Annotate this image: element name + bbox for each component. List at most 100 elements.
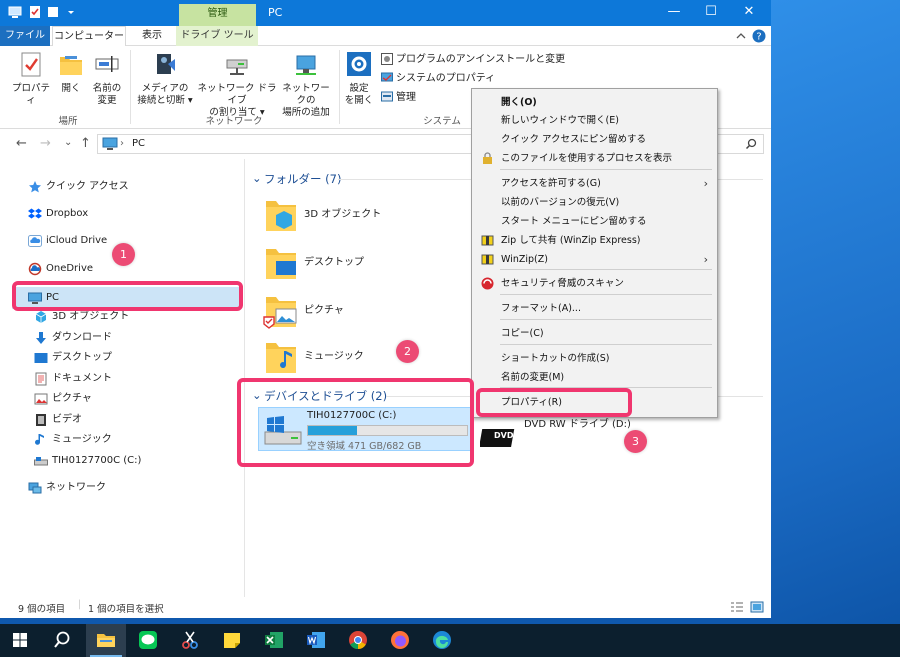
nav-label: ネットワーク (46, 482, 106, 493)
up-button[interactable]: ↑ (80, 136, 91, 151)
onedrive-icon (28, 262, 42, 276)
folder-music-icon (266, 343, 296, 373)
nav-label: Dropbox (46, 208, 89, 219)
ribbon-collapse-icon[interactable] (734, 29, 748, 43)
lock-icon (483, 152, 492, 164)
menu-item[interactable]: フォーマット(A)... (473, 299, 718, 318)
taskbar-line[interactable] (128, 624, 168, 657)
large-icons-view-icon[interactable] (750, 601, 764, 613)
firefox-icon (391, 631, 409, 649)
menu-item[interactable]: 名前の変更(M) (473, 368, 718, 387)
title-bar: 管理 PC — ☐ ✕ (0, 0, 771, 26)
menu-item[interactable]: スタート メニューにピン留めする (473, 212, 718, 231)
taskbar-firefox[interactable] (380, 624, 420, 657)
menu-item-label: クイック アクセスにピン留めする (501, 134, 647, 145)
tab-view[interactable]: 表示 (128, 26, 176, 46)
open-button[interactable]: 開く (56, 50, 86, 95)
taskbar-sticky-notes[interactable] (212, 624, 252, 657)
rename-button[interactable]: 名前の 変更 (88, 50, 126, 107)
taskbar-edge[interactable] (422, 624, 462, 657)
tab-manage-contextual[interactable]: 管理 (179, 4, 256, 26)
menu-item[interactable]: コピー(C) (473, 324, 718, 343)
menu-item-label: コピー(C) (501, 328, 544, 339)
menu-separator (500, 269, 712, 270)
documents-icon (35, 372, 47, 386)
menu-separator (500, 294, 712, 295)
forward-button[interactable]: → (40, 136, 51, 151)
search-button[interactable] (42, 624, 82, 657)
folder-label: 3D オブジェクト (304, 209, 382, 220)
taskbar-chrome[interactable] (338, 624, 378, 657)
add-network-location-button[interactable]: ネットワークの 場所の追加 (278, 50, 334, 119)
menu-item-label: セキュリティ脅威のスキャン (501, 278, 624, 289)
close-button[interactable]: ✕ (730, 0, 768, 26)
dvd-drive-icon[interactable]: DVD (479, 419, 520, 453)
folder-desktop[interactable]: デスクトップ (264, 245, 464, 289)
menu-item[interactable]: 開く(O) (473, 93, 718, 112)
quick-access-dropdown-icon[interactable] (64, 5, 78, 19)
help-icon[interactable]: ? (752, 29, 766, 43)
folder-3d-icon (266, 201, 296, 231)
status-bar: 9 個の項目 | 1 個の項目を選択 (0, 597, 771, 618)
folder-label: ミュージック (304, 351, 364, 362)
new-folder-quick-icon[interactable] (46, 5, 60, 19)
taskbar-snipping[interactable] (170, 624, 210, 657)
navigation-pane: クイック アクセス Dropbox iCloud Drive OneDrive … (0, 159, 245, 597)
manage-icon (381, 91, 393, 102)
back-button[interactable]: ← (16, 136, 27, 151)
star-icon (29, 181, 41, 193)
manage-button[interactable]: 管理 (381, 90, 416, 106)
menu-item[interactable]: 新しいウィンドウで開く(E) (473, 111, 718, 130)
tab-computer[interactable]: コンピューター (52, 26, 126, 47)
properties-quick-icon[interactable] (28, 5, 42, 19)
menu-item[interactable]: 以前のバージョンの復元(V) (473, 193, 718, 212)
start-button[interactable] (0, 624, 40, 657)
menu-item[interactable]: セキュリティ脅威のスキャン (473, 274, 718, 293)
taskbar-excel[interactable] (254, 624, 294, 657)
folder-pictures[interactable]: ピクチャ (263, 293, 464, 337)
nav-label: ドキュメント (52, 373, 112, 384)
nav-label: TIH0127700C (C:) (52, 455, 142, 466)
menu-item[interactable]: WinZip(Z) › (473, 250, 718, 269)
breadcrumb-pc[interactable]: PC (132, 138, 145, 149)
menu-item-label: フォーマット(A)... (501, 303, 581, 314)
item-count: 9 個の項目 (18, 604, 66, 615)
security-scan-icon (481, 277, 494, 290)
search-icon (54, 631, 70, 648)
system-properties-button[interactable]: システムのプロパティ (381, 71, 495, 87)
menu-item-label: アクセスを許可する(G) (501, 178, 601, 189)
svg-text:?: ? (756, 32, 761, 43)
folder-3d-objects[interactable]: 3D オブジェクト (264, 197, 464, 241)
rename-label-2: 変更 (97, 95, 117, 106)
media-connect-button[interactable]: メディアの 接続と切断 ▾ (134, 50, 196, 107)
maximize-button[interactable]: ☐ (692, 0, 730, 26)
folders-chevron-icon[interactable]: ⌄ (252, 171, 262, 185)
minimize-button[interactable]: — (655, 0, 693, 26)
menu-item[interactable]: このファイルを使用するプロセスを表示 (473, 149, 718, 168)
window-title: PC (268, 6, 283, 19)
tab-drive-tools[interactable]: ドライブ ツール (176, 26, 258, 46)
search-icon[interactable] (745, 138, 757, 150)
folders-group-header[interactable]: フォルダー (7) (264, 171, 341, 187)
taskbar-file-explorer[interactable] (86, 624, 126, 657)
breadcrumb-separator: › (120, 138, 124, 149)
map-network-drive-button[interactable]: ネットワーク ドライブ の割り当て ▾ (196, 50, 278, 119)
menu-item-label: 名前の変更(M) (501, 372, 565, 383)
menu-item[interactable]: アクセスを許可する(G) › (473, 174, 718, 193)
menu-item[interactable]: Zip して共有 (WinZip Express) (473, 231, 718, 250)
menu-item[interactable]: ショートカットの作成(S) (473, 349, 718, 368)
details-view-icon[interactable] (730, 601, 744, 613)
file-explorer-icon (97, 634, 115, 647)
tab-file[interactable]: ファイル (0, 26, 50, 46)
selected-count: 1 個の項目を選択 (88, 604, 164, 615)
recent-locations-button[interactable]: ⌄ (64, 137, 72, 148)
uninstall-programs-button[interactable]: プログラムのアンインストールと変更 (381, 52, 565, 68)
menu-item[interactable]: クイック アクセスにピン留めする (473, 130, 718, 149)
ribbon-separator (339, 50, 340, 124)
folder-desktop-icon (266, 249, 296, 279)
properties-button[interactable]: プロパティ (8, 50, 54, 107)
folder-music[interactable]: ミュージック (264, 339, 464, 383)
media-label-2: 接続と切断 ▾ (137, 95, 193, 106)
taskbar-word[interactable] (296, 624, 336, 657)
open-settings-button[interactable]: 設定 を開く (342, 50, 376, 107)
